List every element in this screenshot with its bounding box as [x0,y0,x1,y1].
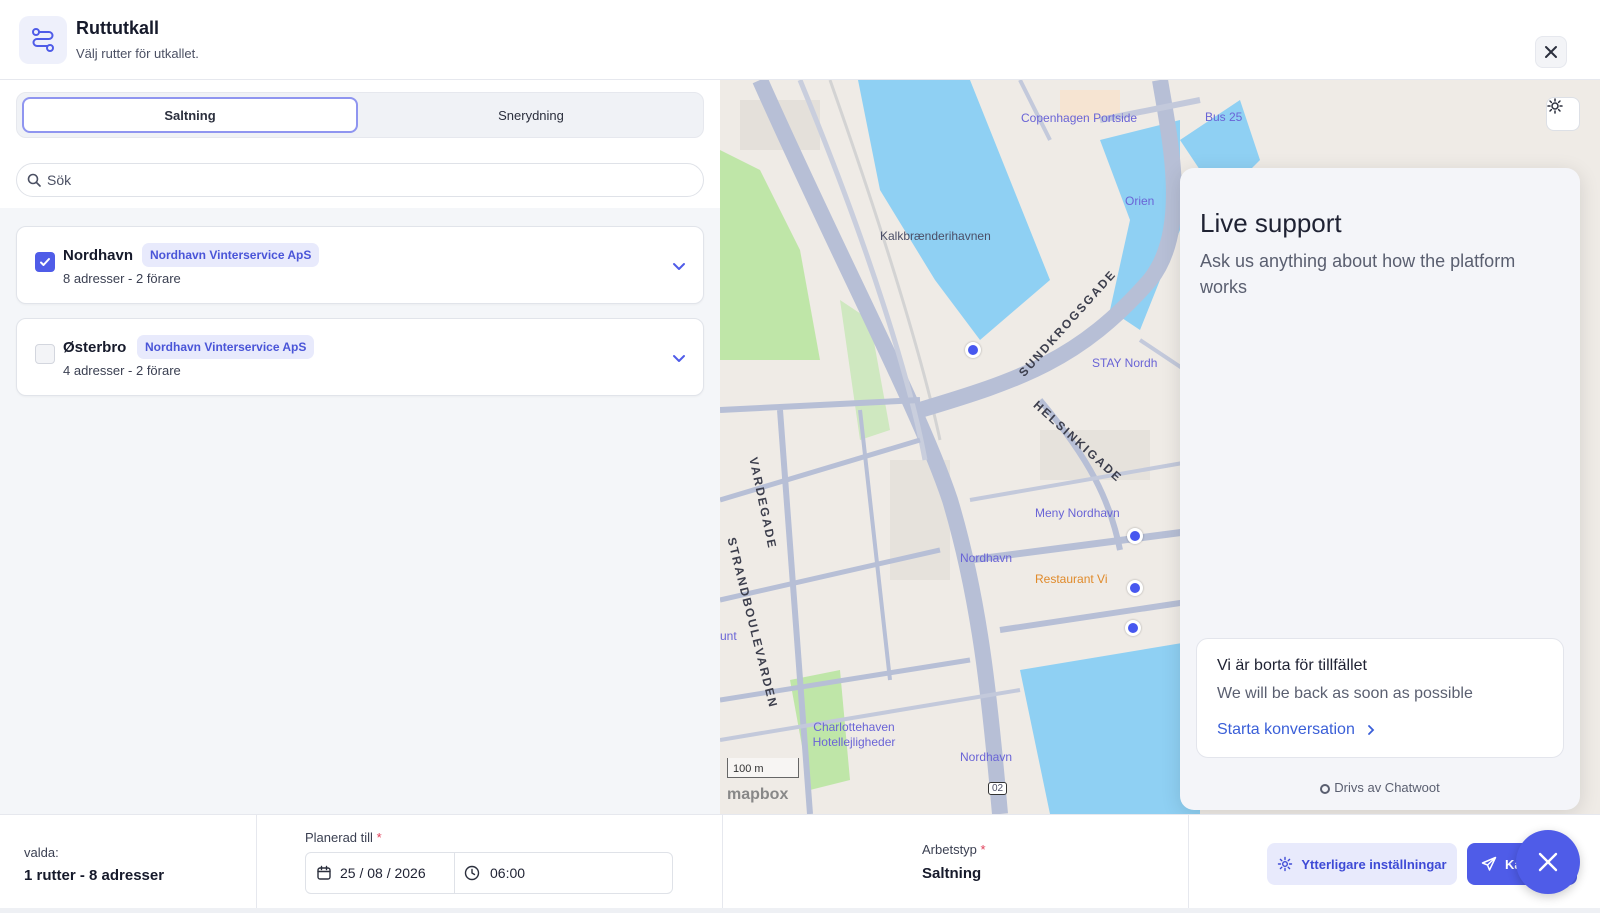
company-badge: Nordhavn Vinterservice ApS [137,335,315,359]
mapbox-logo: mapbox [727,786,789,803]
map-label-bus25: Bus 25 [1205,110,1243,124]
address-pin[interactable] [1125,620,1141,636]
worktype-label-text: Arbetstyp [922,842,977,857]
tab-snerydning[interactable]: Snerydning [363,97,699,133]
check-icon [40,258,50,266]
away-card: Vi är borta för tillfället We will be ba… [1196,638,1564,758]
theme-toggle-button[interactable] [1546,97,1580,131]
chevron-right-icon [1368,724,1375,735]
page-subtitle: Välj rutter för utkallet. [76,46,199,61]
time-input[interactable]: 06:00 [464,853,525,893]
worktype-label: Arbetstyp * [922,842,986,857]
map-label-nordhavn-bottom: Nordhavn [960,750,1013,764]
route-name: Østerbro [63,339,127,356]
route-meta: 4 adresser - 2 förare [63,363,181,378]
date-input[interactable]: 25 / 08 / 2026 [316,853,426,893]
chevron-down-icon[interactable] [670,349,688,367]
footer-divider [1188,815,1189,908]
send-icon [1481,856,1497,871]
route-meta: 8 adresser - 2 förare [63,271,181,286]
clock-icon [464,865,480,881]
chatwoot-icon [1320,783,1331,794]
work-type-tabs: Saltning Snerydning [16,92,704,138]
away-title: Vi är borta för tillfället [1217,657,1367,674]
map-label-restaurant: Restaurant Vi [1035,572,1108,586]
worktype-value: Saltning [922,865,982,882]
route-card-osterbro[interactable]: Østerbro Nordhavn Vinterservice ApS 4 ad… [16,318,704,396]
calendar-icon [317,865,331,880]
map-scale: 100 m [727,758,799,778]
powered-by: Drivs av Chatwoot [1180,780,1580,795]
address-pin[interactable] [1127,528,1143,544]
planned-label: Planerad till * [305,830,382,845]
route-checkbox-nordhavn[interactable] [35,252,55,272]
route-checkbox-osterbro[interactable] [35,344,55,364]
selected-label: valda: [24,845,59,860]
chat-close-button[interactable] [1516,830,1580,894]
route-card-nordhavn[interactable]: Nordhavn Nordhavn Vinterservice ApS 8 ad… [16,226,704,304]
tab-saltning[interactable]: Saltning [22,97,358,133]
address-pin[interactable] [1127,580,1143,596]
gear-icon [1278,856,1293,872]
company-badge: Nordhavn Vinterservice ApS [142,243,320,267]
support-subtitle: Ask us anything about how the platform w… [1200,251,1516,297]
map-label-kalkbraenderihavnen: Kalkbrænderihavnen [880,229,991,243]
close-icon [1545,46,1557,58]
planned-label-text: Planerad till [305,830,373,845]
start-conversation-label: Starta konversation [1217,721,1355,738]
sun-icon [1547,98,1563,114]
support-title: Live support [1200,208,1342,238]
powered-by-label: Drivs av Chatwoot [1334,780,1440,795]
chevron-down-icon[interactable] [670,257,688,275]
date-value: 25 / 08 / 2026 [340,865,426,881]
footer-divider [256,815,257,908]
page-title: Ruttutkall [76,18,159,38]
map-label-unt: unt [720,629,737,643]
footer-divider [722,815,723,908]
date-time-separator [454,853,455,893]
selected-summary: 1 rutter - 8 adresser [24,867,165,884]
modal-header: Ruttutkall Välj rutter för utkallet. [0,0,1600,80]
map-label-charlottehaven: Charlottehaven Hotellejligheder [812,720,896,749]
road-number: 02 [988,782,1008,795]
map-label-copenhagen-portside: Copenhagen Portside [1021,111,1138,125]
close-icon [1538,852,1558,872]
route-panel: Saltning Snerydning Nordhavn Nordhavn Vi… [0,80,720,814]
map-label-nordhavn-station: Nordhavn [960,551,1013,565]
search-input[interactable] [47,172,647,188]
route-icon [19,16,67,64]
more-settings-label: Ytterligare inställningar [1301,856,1447,872]
map-label-orien: Orien [1125,194,1155,208]
route-panel-top: Saltning Snerydning [0,80,720,208]
map-label-meny: Meny Nordhavn [1035,506,1120,520]
map-label-stay: STAY Nordh [1092,356,1158,370]
time-value: 06:00 [490,865,526,881]
away-text: We will be back as soon as possible [1217,685,1473,702]
close-button[interactable] [1535,36,1567,68]
address-pin[interactable] [965,342,981,358]
live-support-widget: Live support Ask us anything about how t… [1180,168,1580,810]
footer-bar: valda: 1 rutter - 8 adresser Planerad ti… [0,814,1600,913]
route-name: Nordhavn [63,247,134,264]
planned-datetime: 25 / 08 / 2026 06:00 [305,852,673,894]
more-settings-button[interactable]: Ytterligare inställningar [1267,843,1457,885]
search-icon [27,173,41,187]
start-conversation-link[interactable]: Starta konversation [1217,721,1377,739]
search-field[interactable] [16,163,704,197]
footer-strip [0,908,1600,913]
